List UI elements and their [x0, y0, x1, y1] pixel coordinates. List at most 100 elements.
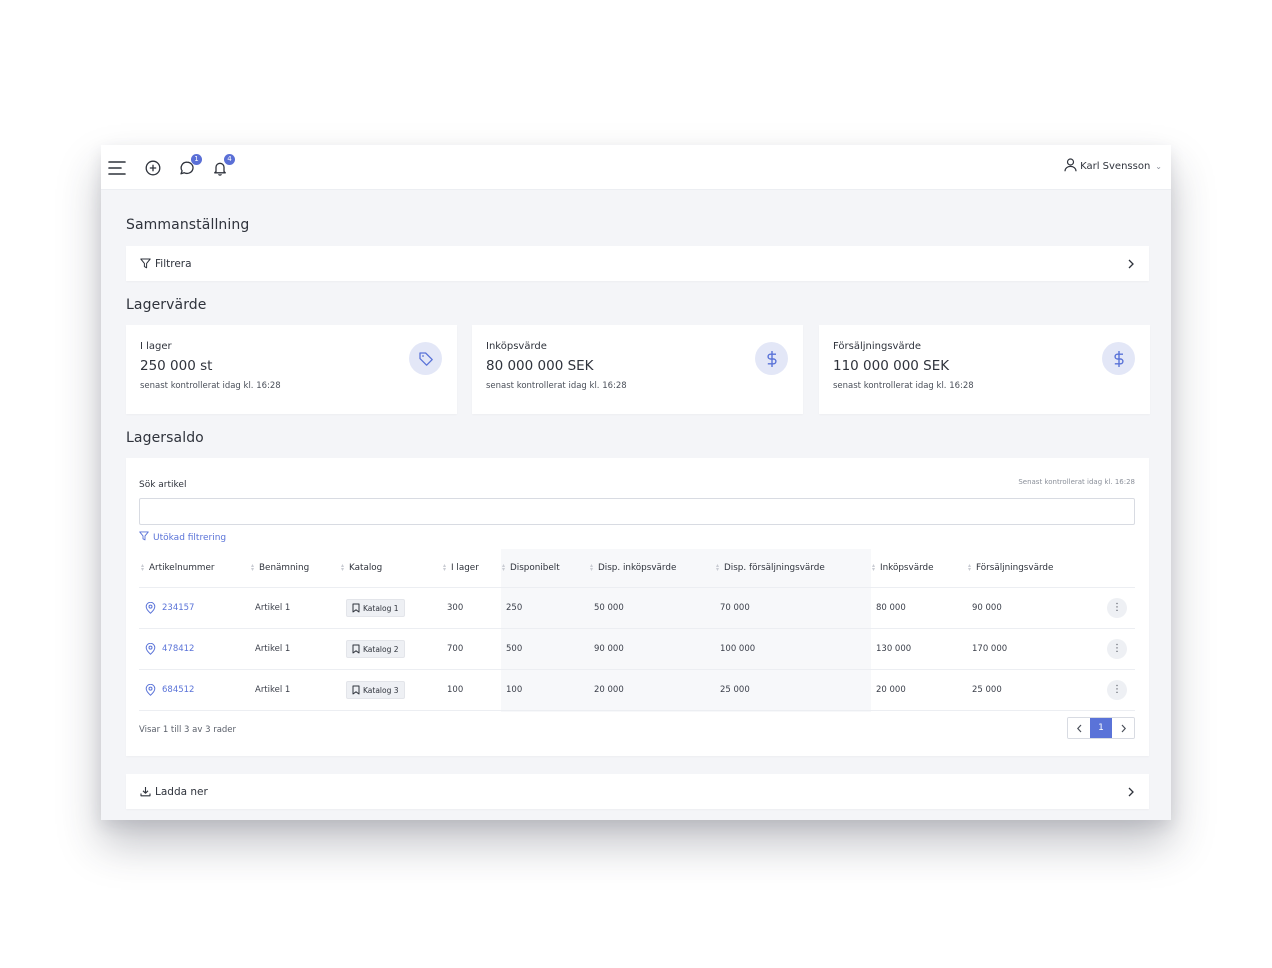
user-name: Karl Svensson: [1080, 161, 1151, 172]
advanced-filter-link[interactable]: Utökad filtrering: [139, 531, 226, 544]
in-stock-value: 700: [447, 644, 464, 654]
disp-sales-value: 25 000: [720, 685, 750, 695]
row-actions-icon[interactable]: ⋮: [1107, 598, 1127, 618]
previous-page-button[interactable]: [1068, 718, 1090, 738]
download-bar[interactable]: Ladda ner: [126, 774, 1149, 809]
add-circle-icon[interactable]: [143, 158, 163, 178]
user-icon: [1064, 158, 1077, 175]
available-value: 100: [506, 685, 523, 695]
app-window: 1 4 Karl Svensson ⌄ Sammanställning Filt…: [101, 145, 1171, 820]
column-header-sales-value[interactable]: ▴ ▾ Försäljningsvärde: [968, 549, 1053, 587]
card-value: 110 000 000 SEK: [833, 358, 950, 374]
article-number-link[interactable]: 234157: [145, 602, 194, 614]
article-name: Artikel 1: [255, 644, 291, 654]
column-header-available[interactable]: ▴ ▾ Disponibelt: [502, 549, 560, 587]
chat-icon[interactable]: 1: [177, 154, 202, 178]
disp-purchase-value: 50 000: [594, 603, 624, 613]
card-label: Inköpsvärde: [486, 341, 547, 352]
disp-sales-value: 100 000: [720, 644, 756, 654]
catalog-chip[interactable]: Katalog 3: [346, 681, 405, 699]
purchase-value: 20 000: [876, 685, 906, 695]
notification-badge: 4: [224, 154, 235, 165]
available-value: 250: [506, 603, 523, 613]
card-value: 250 000 st: [140, 358, 213, 374]
disp-purchase-value: 20 000: [594, 685, 624, 695]
card-note: senast kontrollerat idag kl. 16:28: [486, 381, 627, 391]
disp-sales-value: 70 000: [720, 603, 750, 613]
row-actions-icon[interactable]: ⋮: [1107, 680, 1127, 700]
download-icon: [140, 782, 151, 801]
bookmark-icon: [352, 685, 360, 695]
card-value: 80 000 000 SEK: [486, 358, 594, 374]
advanced-filter-label: Utökad filtrering: [153, 532, 227, 543]
dollar-icon: [755, 342, 788, 375]
article-name: Artikel 1: [255, 603, 291, 613]
chevron-right-icon: [1127, 254, 1135, 273]
column-header-disp-sales-value[interactable]: ▴ ▾ Disp. försäljningsvärde: [716, 549, 825, 587]
catalog-chip[interactable]: Katalog 2: [346, 640, 405, 658]
card-note: senast kontrollerat idag kl. 16:28: [140, 381, 281, 391]
chat-badge: 1: [191, 154, 202, 165]
dollar-icon: [1102, 342, 1135, 375]
column-header-name[interactable]: ▴ ▾ Benämning: [251, 549, 309, 587]
row-actions-icon[interactable]: ⋮: [1107, 639, 1127, 659]
column-header-article-number[interactable]: ▴ ▾ Artikelnummer: [141, 549, 214, 587]
location-pin-icon: [145, 684, 156, 696]
download-label: Ladda ner: [155, 785, 208, 798]
stock-balance-panel: Sök artikel Senast kontrollerat idag kl.…: [126, 458, 1149, 756]
menu-icon[interactable]: [107, 158, 127, 178]
purchase-value-card: Inköpsvärde 80 000 000 SEK senast kontro…: [472, 325, 803, 414]
table-row: 234157 Artikel 1 Katalog 1 300 250 50 00…: [139, 588, 1135, 629]
catalog-chip[interactable]: Katalog 1: [346, 599, 405, 617]
column-header-catalog[interactable]: ▴ ▾ Katalog: [341, 549, 382, 587]
location-pin-icon: [145, 602, 156, 614]
stock-balance-title: Lagersaldo: [126, 430, 204, 446]
stock-value-title: Lagervärde: [126, 297, 207, 313]
tag-icon: [409, 342, 442, 375]
table-row: 684512 Artikel 1 Katalog 3 100 100 20 00…: [139, 670, 1135, 711]
article-name: Artikel 1: [255, 685, 291, 695]
filter-label: Filtrera: [155, 257, 192, 270]
pagination-info: Visar 1 till 3 av 3 rader: [139, 725, 237, 735]
purchase-value: 80 000: [876, 603, 906, 613]
column-header-disp-purchase-value[interactable]: ▴ ▾ Disp. inköpsvärde: [590, 549, 676, 587]
bookmark-icon: [352, 644, 360, 654]
table-header-row: ▴ ▾ Artikelnummer ▴ ▾ Benämning ▴ ▾ Katalog ▴ ▾…: [139, 549, 1135, 588]
search-label: Sök artikel: [139, 480, 187, 490]
disp-purchase-value: 90 000: [594, 644, 624, 654]
card-label: I lager: [140, 341, 172, 352]
purchase-value: 130 000: [876, 644, 912, 654]
article-number-link[interactable]: 684512: [145, 684, 194, 696]
column-header-in-stock[interactable]: ▴ ▾ I lager: [443, 549, 479, 587]
sales-value: 90 000: [972, 603, 1002, 613]
table-row: 478412 Artikel 1 Katalog 2 700 500 90 00…: [139, 629, 1135, 670]
page-button[interactable]: 1: [1090, 718, 1112, 738]
user-menu[interactable]: Karl Svensson ⌄: [1064, 158, 1162, 175]
in-stock-value: 100: [447, 685, 464, 695]
chevron-left-icon: [1076, 724, 1081, 732]
card-note: senast kontrollerat idag kl. 16:28: [833, 381, 974, 391]
filter-icon: [139, 531, 149, 544]
bell-icon[interactable]: 4: [210, 154, 235, 178]
available-value: 500: [506, 644, 523, 654]
sales-value: 170 000: [972, 644, 1008, 654]
sales-value-card: Försäljningsvärde 110 000 000 SEK senast…: [819, 325, 1150, 414]
card-label: Försäljningsvärde: [833, 341, 922, 352]
checked-note: Senast kontrollerat idag kl. 16:28: [1018, 478, 1135, 486]
pagination: 1: [1067, 717, 1135, 739]
top-bar: 1 4 Karl Svensson ⌄: [101, 145, 1171, 190]
chevron-right-icon: [1127, 782, 1135, 801]
location-pin-icon: [145, 643, 156, 655]
sales-value: 25 000: [972, 685, 1002, 695]
stock-card: I lager 250 000 st senast kontrollerat i…: [126, 325, 457, 414]
column-header-purchase-value[interactable]: ▴ ▾ Inköpsvärde: [872, 549, 934, 587]
search-input[interactable]: [139, 498, 1135, 525]
article-number-link[interactable]: 478412: [145, 643, 194, 655]
filter-icon: [140, 254, 151, 273]
chevron-right-icon: [1121, 724, 1126, 732]
filter-bar[interactable]: Filtrera: [126, 246, 1149, 281]
summary-title: Sammanställning: [126, 217, 250, 233]
chevron-down-icon: ⌄: [1155, 162, 1162, 171]
next-page-button[interactable]: [1112, 718, 1134, 738]
bookmark-icon: [352, 603, 360, 613]
